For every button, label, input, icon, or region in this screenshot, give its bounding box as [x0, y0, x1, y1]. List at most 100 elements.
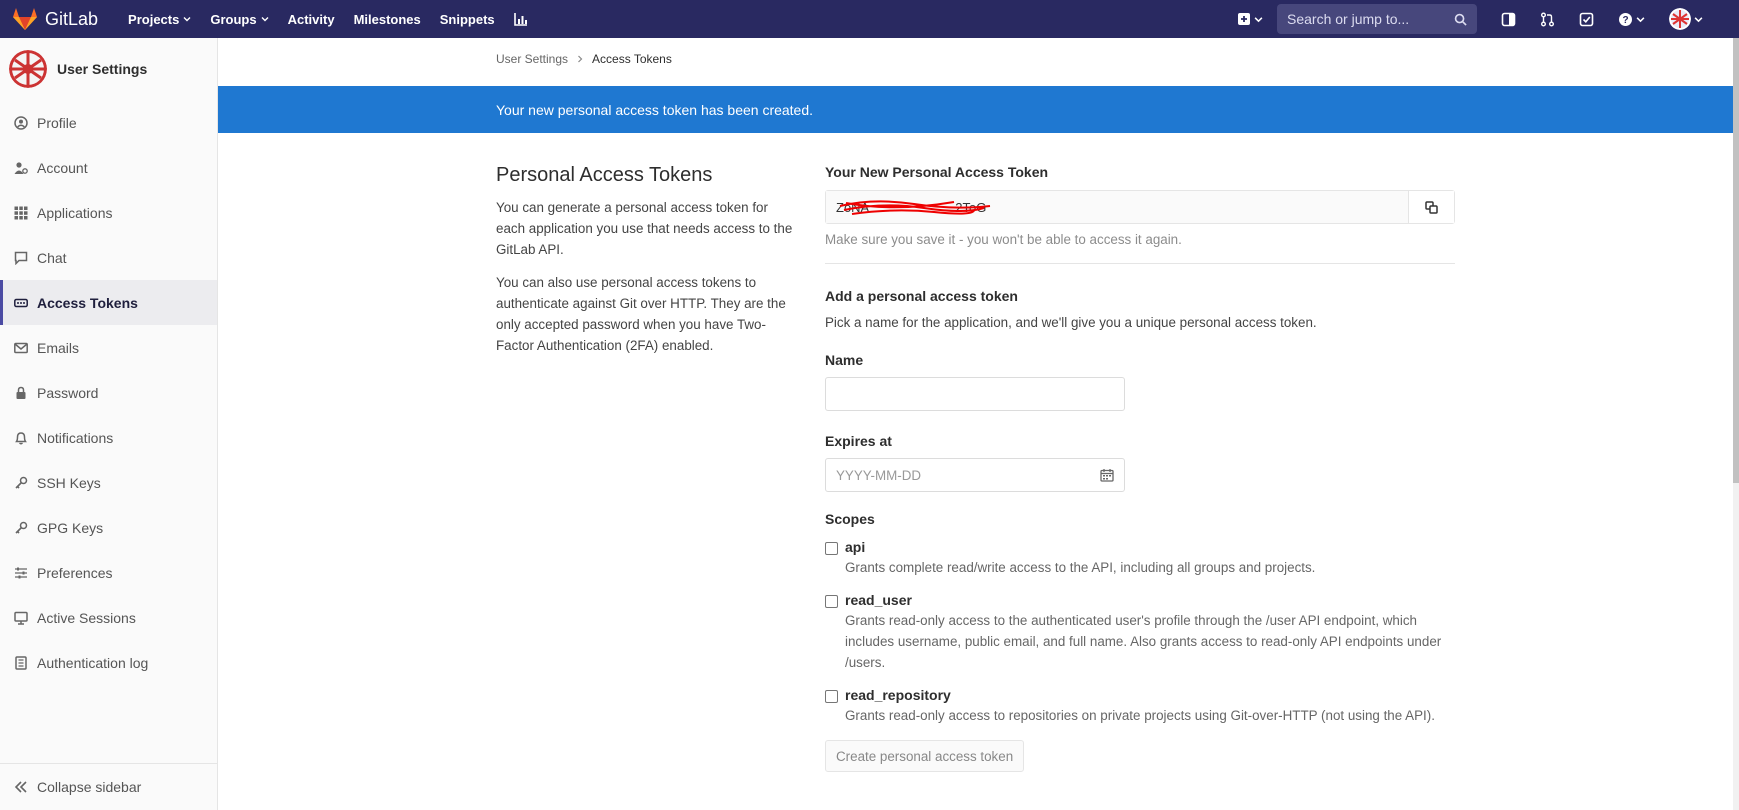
- sidebar-item-preferences[interactable]: Preferences: [0, 550, 217, 595]
- sidebar-item-emails[interactable]: Emails: [0, 325, 217, 370]
- sidebar-item-label: Access Tokens: [37, 294, 138, 311]
- sidebar-item-label: Password: [37, 384, 99, 401]
- user-avatar: [9, 50, 47, 88]
- help-icon: ?: [1619, 12, 1632, 26]
- breadcrumb-parent[interactable]: User Settings: [496, 52, 568, 66]
- scrollbar-thumb[interactable]: [1733, 38, 1739, 483]
- sidebar-item-authentication-log[interactable]: Authentication log: [0, 640, 217, 685]
- log-icon: [15, 655, 27, 670]
- chevron-down-icon: [183, 17, 191, 22]
- sidebar-item-active-sessions[interactable]: Active Sessions: [0, 595, 217, 640]
- form-heading: Add a personal access token: [825, 288, 1018, 304]
- new-token-label: Your New Personal Access Token: [825, 164, 1049, 180]
- expires-label: Expires at: [825, 433, 892, 449]
- sidebar-item-ssh-keys[interactable]: SSH Keys: [0, 460, 217, 505]
- todos-link[interactable]: [1579, 12, 1594, 27]
- email-icon: [14, 342, 28, 353]
- sidebar-item-profile[interactable]: Profile: [0, 100, 217, 145]
- nav-groups[interactable]: Groups: [210, 11, 269, 27]
- sidebar-item-account[interactable]: Account: [0, 145, 217, 190]
- scope-checkbox[interactable]: [825, 690, 838, 703]
- calendar-icon: [1100, 469, 1114, 482]
- sidebar-item-notifications[interactable]: Notifications: [0, 415, 217, 460]
- chevron-right-icon: [578, 55, 583, 63]
- sidebar-item-password[interactable]: Password: [0, 370, 217, 415]
- nav-snippets[interactable]: Snippets: [440, 12, 495, 27]
- chart-icon: [513, 13, 527, 26]
- gitlab-logo-icon: [13, 8, 37, 30]
- sidebar-item-applications[interactable]: Applications: [0, 190, 217, 235]
- nav-analytics[interactable]: [513, 12, 528, 26]
- intro-paragraph-2: You can also use personal access tokens …: [496, 275, 786, 353]
- scope-checkbox[interactable]: [825, 595, 838, 608]
- svg-text:?: ?: [1622, 15, 1628, 26]
- scope-description: Grants read-only access to repositories …: [845, 708, 1435, 723]
- search-icon: [1454, 13, 1467, 26]
- search-input[interactable]: Search or jump to...: [1277, 4, 1477, 34]
- scope-read-user: read_user Grants read-only access to the…: [825, 592, 1455, 673]
- issues-link[interactable]: [1501, 12, 1516, 27]
- scope-checkbox[interactable]: [825, 542, 838, 555]
- sidebar-item-label: Account: [37, 159, 88, 176]
- key-icon: [15, 521, 28, 534]
- new-dropdown[interactable]: [1237, 12, 1263, 26]
- sidebar-item-label: Active Sessions: [37, 609, 136, 626]
- applications-icon: [14, 206, 28, 219]
- lock-icon: [16, 386, 26, 399]
- page-title: Personal Access Tokens: [496, 164, 713, 186]
- account-icon: [14, 161, 28, 174]
- collapse-sidebar-label: Collapse sidebar: [37, 779, 142, 795]
- main-content: User Settings Access Tokens Your new per…: [218, 38, 1733, 810]
- new-token-help: Make sure you save it - you won't be abl…: [825, 232, 1182, 247]
- nav-groups-label: Groups: [210, 11, 257, 27]
- collapse-sidebar-button[interactable]: Collapse sidebar: [0, 763, 217, 810]
- monitor-icon: [14, 611, 28, 625]
- scope-name[interactable]: api: [845, 539, 1455, 555]
- sidebar-header[interactable]: User Settings: [0, 38, 217, 100]
- nav-milestones[interactable]: Milestones: [354, 12, 421, 27]
- merge-request-icon: [1541, 12, 1554, 26]
- scope-api: api Grants complete read/write access to…: [825, 539, 1455, 578]
- chevron-down-icon: [1254, 16, 1263, 22]
- page-scrollbar[interactable]: [1733, 38, 1739, 810]
- create-token-button[interactable]: Create personal access token: [825, 740, 1025, 772]
- name-label: Name: [825, 352, 864, 368]
- copy-token-button[interactable]: [1408, 191, 1454, 223]
- top-navbar: GitLab Projects Groups Activity Mileston…: [0, 0, 1739, 38]
- new-token-input[interactable]: ZoNA 2ToG: [826, 191, 1408, 223]
- nav-activity[interactable]: Activity: [288, 12, 335, 27]
- sliders-icon: [15, 567, 27, 578]
- user-avatar: [1669, 8, 1691, 30]
- nav-projects[interactable]: Projects: [128, 12, 191, 27]
- expires-at-field[interactable]: YYYY-MM-DD: [825, 458, 1125, 492]
- chevron-down-icon: [261, 17, 269, 22]
- scopes-label: Scopes: [825, 511, 875, 527]
- user-menu[interactable]: [1669, 8, 1703, 30]
- sidebar-item-gpg-keys[interactable]: GPG Keys: [0, 505, 217, 550]
- brand-name: GitLab: [45, 8, 99, 29]
- help-dropdown[interactable]: ?: [1618, 12, 1645, 27]
- chat-icon: [14, 251, 28, 265]
- sidebar-item-access-tokens[interactable]: Access Tokens: [0, 280, 217, 325]
- token-form-column: Your New Personal Access Token ZoNA 2ToG…: [825, 164, 1455, 772]
- settings-sidebar: User Settings Profile Account Applicatio…: [0, 38, 218, 810]
- scope-name[interactable]: read_user: [845, 592, 1455, 608]
- sidebar-item-label: SSH Keys: [37, 474, 101, 491]
- divider: [825, 263, 1455, 264]
- brand-link[interactable]: GitLab: [12, 0, 98, 38]
- profile-icon: [14, 115, 28, 130]
- scope-name[interactable]: read_repository: [845, 687, 1455, 703]
- merge-requests-link[interactable]: [1540, 12, 1555, 27]
- double-chevron-left-icon: [14, 781, 27, 793]
- flash-message: Your new personal access token has been …: [496, 101, 814, 118]
- breadcrumb-current[interactable]: Access Tokens: [592, 52, 672, 66]
- intro-paragraph-1: You can generate a personal access token…: [496, 200, 793, 257]
- token-icon: [14, 298, 28, 307]
- bell-icon: [15, 431, 27, 444]
- sidebar-item-label: Profile: [37, 114, 77, 131]
- flash-notice: Your new personal access token has been …: [218, 86, 1733, 133]
- issues-icon: [1501, 12, 1516, 26]
- sidebar-item-label: Applications: [37, 204, 113, 221]
- name-field[interactable]: [825, 377, 1125, 411]
- sidebar-item-chat[interactable]: Chat: [0, 235, 217, 280]
